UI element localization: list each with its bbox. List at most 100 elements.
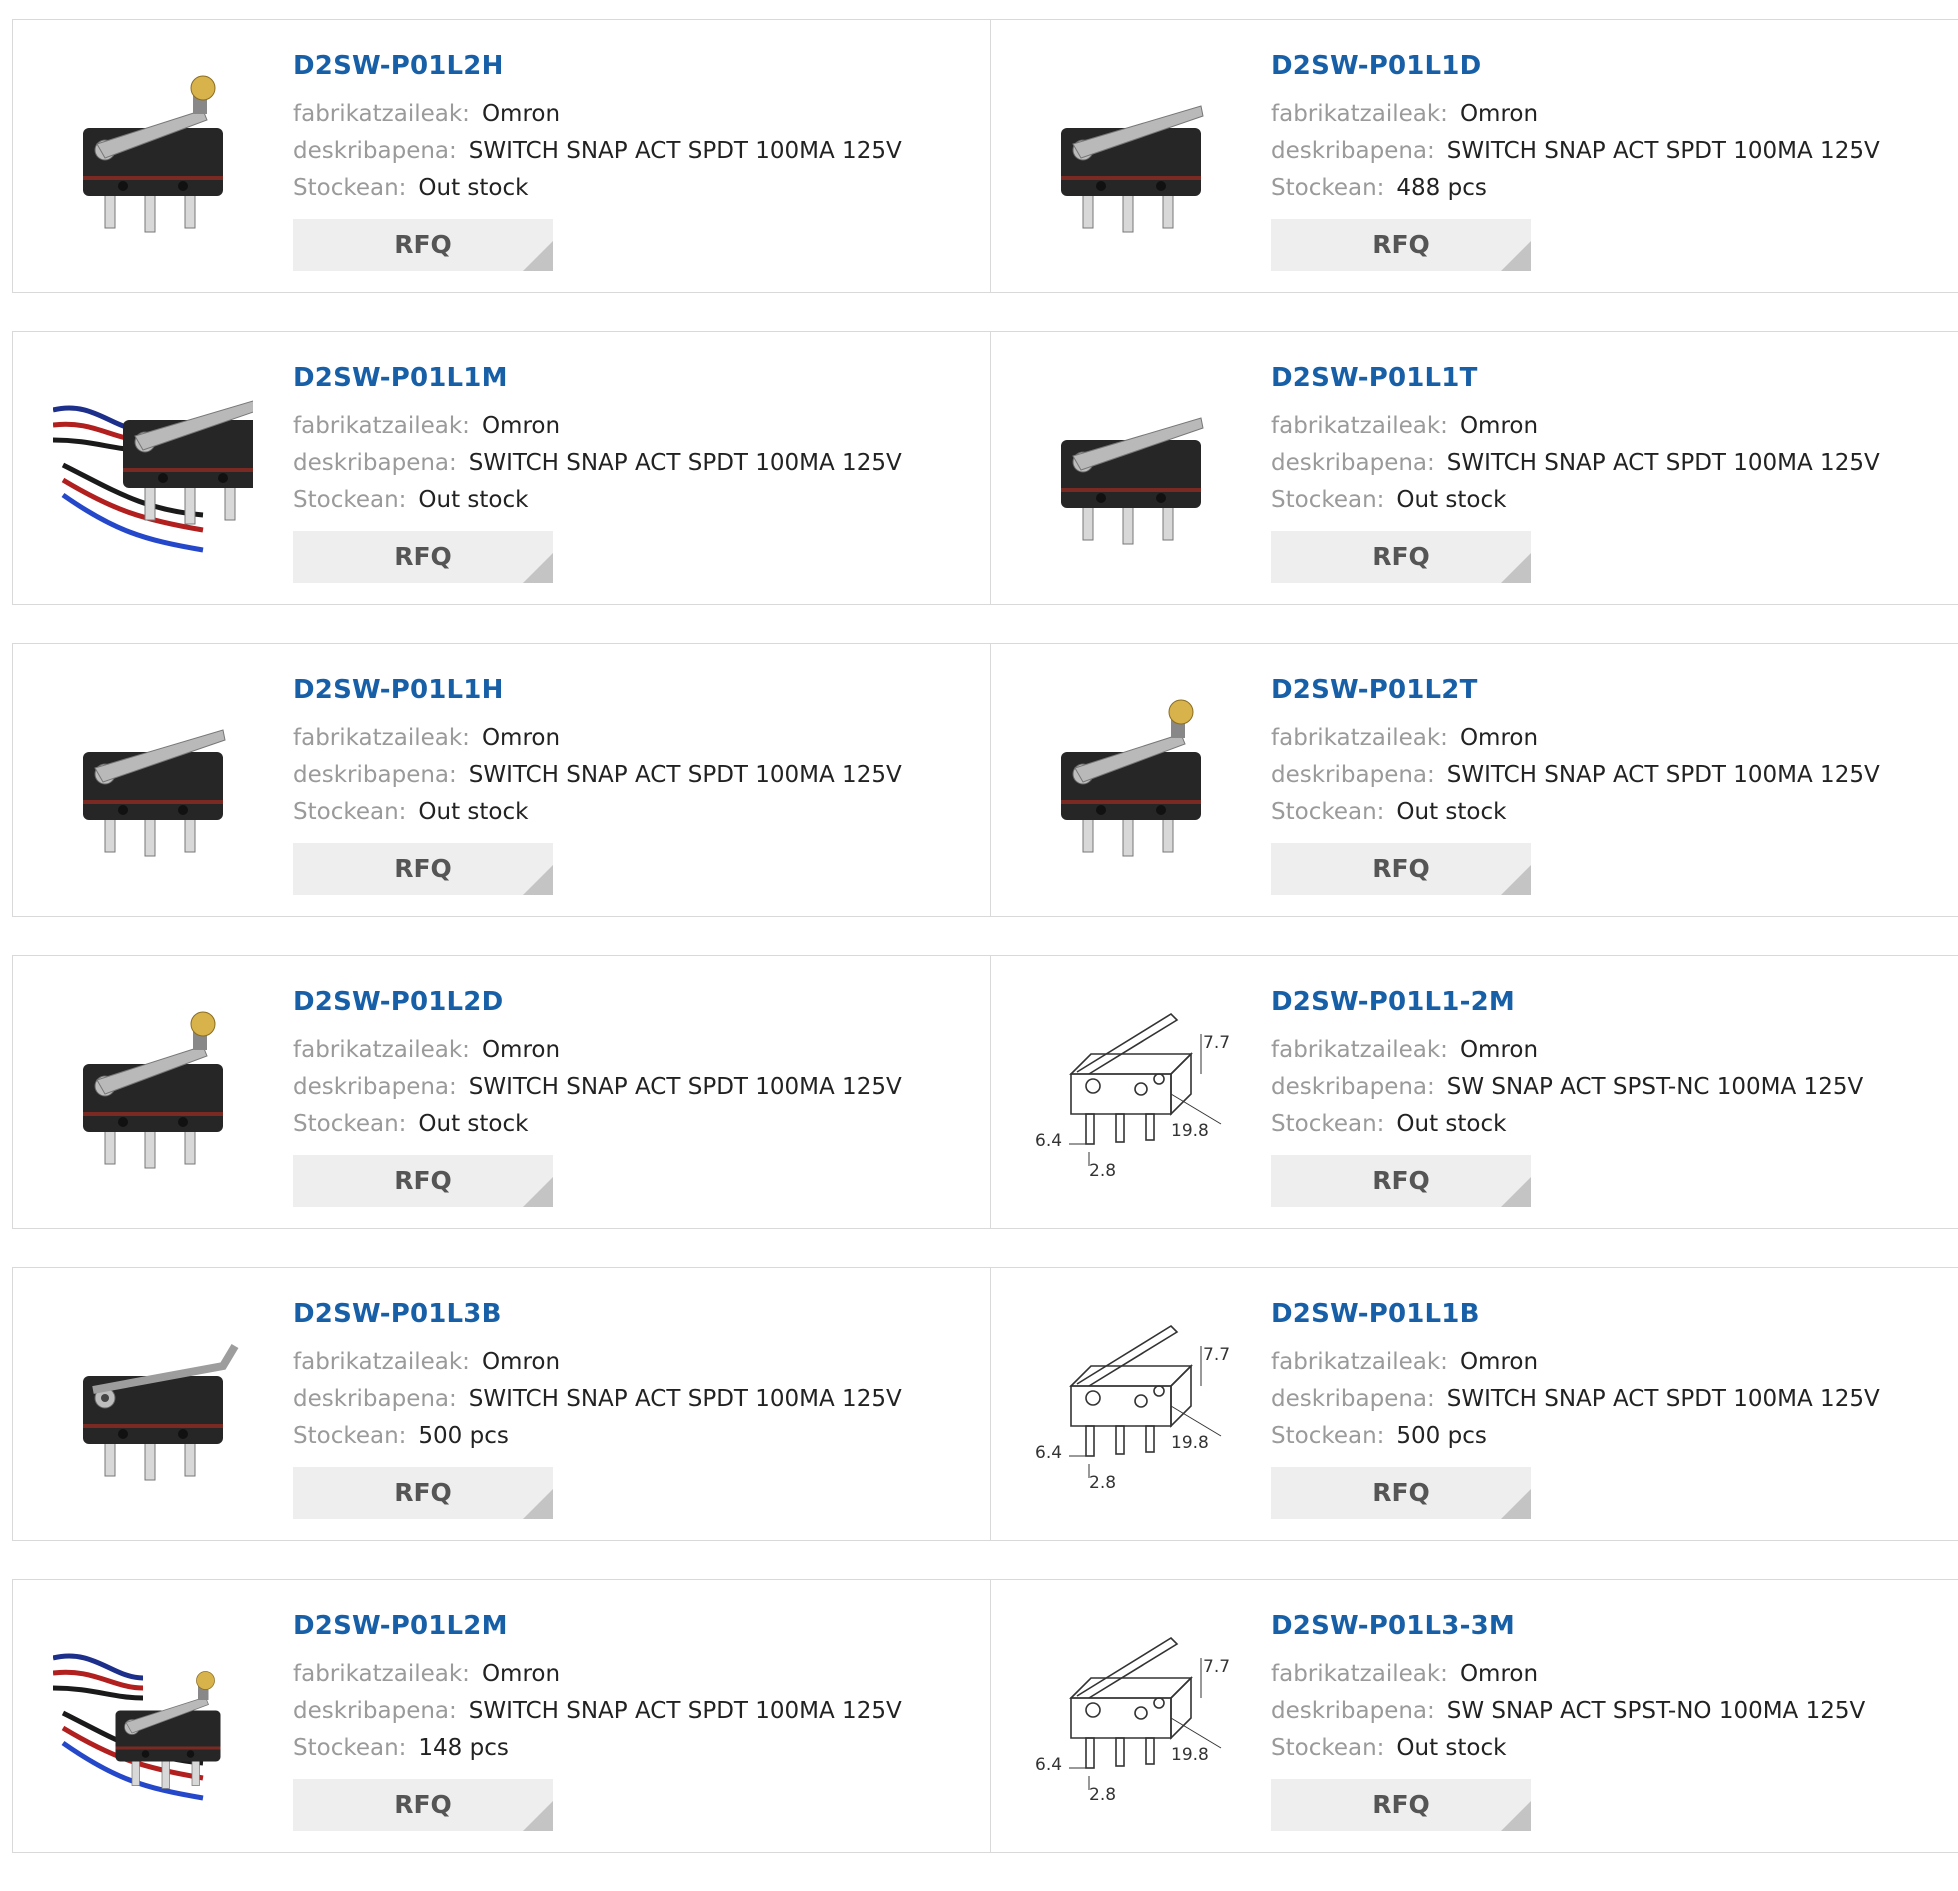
corner-triangle-icon	[523, 553, 553, 583]
manufacturer-label: fabrikatzaileak:	[293, 1349, 470, 1375]
description-row: deskribapena: SWITCH SNAP ACT SPDT 100MA …	[293, 1069, 902, 1106]
product-image[interactable]: 7.7 19.8 6.4 2.8	[1031, 994, 1231, 1194]
corner-triangle-icon	[523, 865, 553, 895]
product-card: 7.7 19.8 6.4 2.8 D2SW-P01L1-2M fabrikatzailea…	[991, 955, 1958, 1229]
corner-triangle-icon	[1501, 553, 1531, 583]
corner-triangle-icon	[1501, 1801, 1531, 1831]
part-number-link[interactable]: D2SW-P01L1B	[1271, 1298, 1880, 1330]
description-row: deskribapena: SWITCH SNAP ACT SPDT 100MA …	[1271, 1381, 1880, 1418]
product-image[interactable]	[53, 682, 253, 882]
corner-triangle-icon	[1501, 241, 1531, 271]
stock-label: Stockean:	[1271, 175, 1385, 201]
description-label: deskribapena:	[1271, 762, 1435, 788]
product-image[interactable]: 7.7 19.8 6.4 2.8	[1031, 1306, 1231, 1506]
stock-label: Stockean:	[293, 799, 407, 825]
rfq-button[interactable]: RFQ	[1271, 1155, 1531, 1207]
description-row: deskribapena: SWITCH SNAP ACT SPDT 100MA …	[1271, 445, 1880, 482]
rfq-button[interactable]: RFQ	[1271, 1779, 1531, 1831]
manufacturer-row: fabrikatzaileak: Omron	[1271, 1032, 1863, 1069]
stock-value: Out stock	[418, 175, 529, 201]
dim-label-pitch: 2.8	[1089, 1473, 1116, 1493]
manufacturer-value: Omron	[481, 1661, 561, 1687]
rfq-button[interactable]: RFQ	[293, 1155, 553, 1207]
corner-triangle-icon	[1501, 1177, 1531, 1207]
description-label: deskribapena:	[293, 1698, 457, 1724]
rfq-button[interactable]: RFQ	[293, 843, 553, 895]
rfq-button[interactable]: RFQ	[1271, 531, 1531, 583]
stock-value: Out stock	[1396, 1111, 1507, 1137]
description-row: deskribapena: SWITCH SNAP ACT SPDT 100MA …	[293, 133, 902, 170]
part-number-link[interactable]: D2SW-P01L1T	[1271, 362, 1880, 394]
product-image[interactable]	[53, 994, 253, 1194]
stock-row: Stockean: Out stock	[1271, 482, 1880, 519]
product-info: D2SW-P01L1H fabrikatzaileak: Omron deskriba…	[293, 674, 902, 895]
stock-row: Stockean: 500 pcs	[1271, 1418, 1880, 1455]
product-card: D2SW-P01L2M fabrikatzaileak: Omron deskriba…	[12, 1579, 991, 1853]
part-number-link[interactable]: D2SW-P01L2D	[293, 986, 902, 1018]
product-card: 7.7 19.8 6.4 2.8 D2SW-P01L1B fabrikatzaileak:…	[991, 1267, 1958, 1541]
rfq-button[interactable]: RFQ	[1271, 843, 1531, 895]
manufacturer-value: Omron	[481, 1037, 561, 1063]
rfq-button[interactable]: RFQ	[293, 531, 553, 583]
stock-value: Out stock	[1396, 799, 1507, 825]
product-image[interactable]	[1031, 682, 1231, 882]
product-card: D2SW-P01L1M fabrikatzaileak: Omron deskriba…	[12, 331, 991, 605]
product-image[interactable]: 7.7 19.8 6.4 2.8	[1031, 1618, 1231, 1818]
manufacturer-label: fabrikatzaileak:	[293, 101, 470, 127]
product-image[interactable]	[53, 370, 253, 570]
rfq-label: RFQ	[1372, 542, 1430, 571]
stock-row: Stockean: Out stock	[1271, 1730, 1865, 1767]
product-image[interactable]	[53, 1618, 253, 1818]
part-number-link[interactable]: D2SW-P01L1H	[293, 674, 902, 706]
rfq-button[interactable]: RFQ	[293, 1779, 553, 1831]
product-card: 7.7 19.8 6.4 2.8 D2SW-P01L3-3M fabrikatzailea…	[991, 1579, 1958, 1853]
stock-row: Stockean: Out stock	[293, 794, 902, 831]
manufacturer-label: fabrikatzaileak:	[1271, 1349, 1448, 1375]
stock-row: Stockean: Out stock	[293, 1106, 902, 1143]
product-row: D2SW-P01L2D fabrikatzaileak: Omron deskriba…	[12, 955, 1958, 1229]
rfq-button[interactable]: RFQ	[1271, 1467, 1531, 1519]
part-number-link[interactable]: D2SW-P01L2M	[293, 1610, 902, 1642]
part-number-link[interactable]: D2SW-P01L1M	[293, 362, 902, 394]
manufacturer-value: Omron	[1459, 1349, 1539, 1375]
product-image[interactable]	[53, 58, 253, 258]
description-row: deskribapena: SWITCH SNAP ACT SPDT 100MA …	[1271, 757, 1880, 794]
stock-value: 500 pcs	[418, 1423, 509, 1449]
dim-label-height: 7.7	[1203, 1657, 1230, 1677]
part-number-link[interactable]: D2SW-P01L3-3M	[1271, 1610, 1865, 1642]
description-row: deskribapena: SWITCH SNAP ACT SPDT 100MA …	[293, 757, 902, 794]
part-number-link[interactable]: D2SW-P01L1-2M	[1271, 986, 1863, 1018]
part-number-link[interactable]: D2SW-P01L3B	[293, 1298, 902, 1330]
part-number-link[interactable]: D2SW-P01L2H	[293, 50, 902, 82]
corner-triangle-icon	[523, 1801, 553, 1831]
dim-label-length: 19.8	[1171, 1433, 1209, 1453]
dim-label-width: 6.4	[1035, 1443, 1062, 1463]
manufacturer-row: fabrikatzaileak: Omron	[1271, 96, 1880, 133]
product-card: D2SW-P01L2T fabrikatzaileak: Omron deskriba…	[991, 643, 1958, 917]
manufacturer-row: fabrikatzaileak: Omron	[1271, 408, 1880, 445]
product-image[interactable]	[1031, 58, 1231, 258]
product-image[interactable]	[1031, 370, 1231, 570]
manufacturer-value: Omron	[1459, 725, 1539, 751]
description-label: deskribapena:	[1271, 1074, 1435, 1100]
manufacturer-label: fabrikatzaileak:	[293, 1037, 470, 1063]
description-value: SWITCH SNAP ACT SPDT 100MA 125V	[1446, 450, 1880, 476]
rfq-button[interactable]: RFQ	[1271, 219, 1531, 271]
part-number-link[interactable]: D2SW-P01L1D	[1271, 50, 1880, 82]
description-label: deskribapena:	[1271, 1386, 1435, 1412]
manufacturer-value: Omron	[1459, 1037, 1539, 1063]
corner-triangle-icon	[1501, 865, 1531, 895]
manufacturer-label: fabrikatzaileak:	[1271, 725, 1448, 751]
part-number-link[interactable]: D2SW-P01L2T	[1271, 674, 1880, 706]
manufacturer-label: fabrikatzaileak:	[1271, 1661, 1448, 1687]
description-value: SW SNAP ACT SPST-NO 100MA 125V	[1446, 1698, 1866, 1724]
manufacturer-row: fabrikatzaileak: Omron	[293, 720, 902, 757]
description-value: SWITCH SNAP ACT SPDT 100MA 125V	[468, 762, 902, 788]
rfq-button[interactable]: RFQ	[293, 1467, 553, 1519]
stock-value: 488 pcs	[1396, 175, 1487, 201]
product-image[interactable]	[53, 1306, 253, 1506]
product-card: D2SW-P01L3B fabrikatzaileak: Omron deskriba…	[12, 1267, 991, 1541]
rfq-label: RFQ	[1372, 1790, 1430, 1819]
description-value: SWITCH SNAP ACT SPDT 100MA 125V	[1446, 762, 1880, 788]
rfq-button[interactable]: RFQ	[293, 219, 553, 271]
